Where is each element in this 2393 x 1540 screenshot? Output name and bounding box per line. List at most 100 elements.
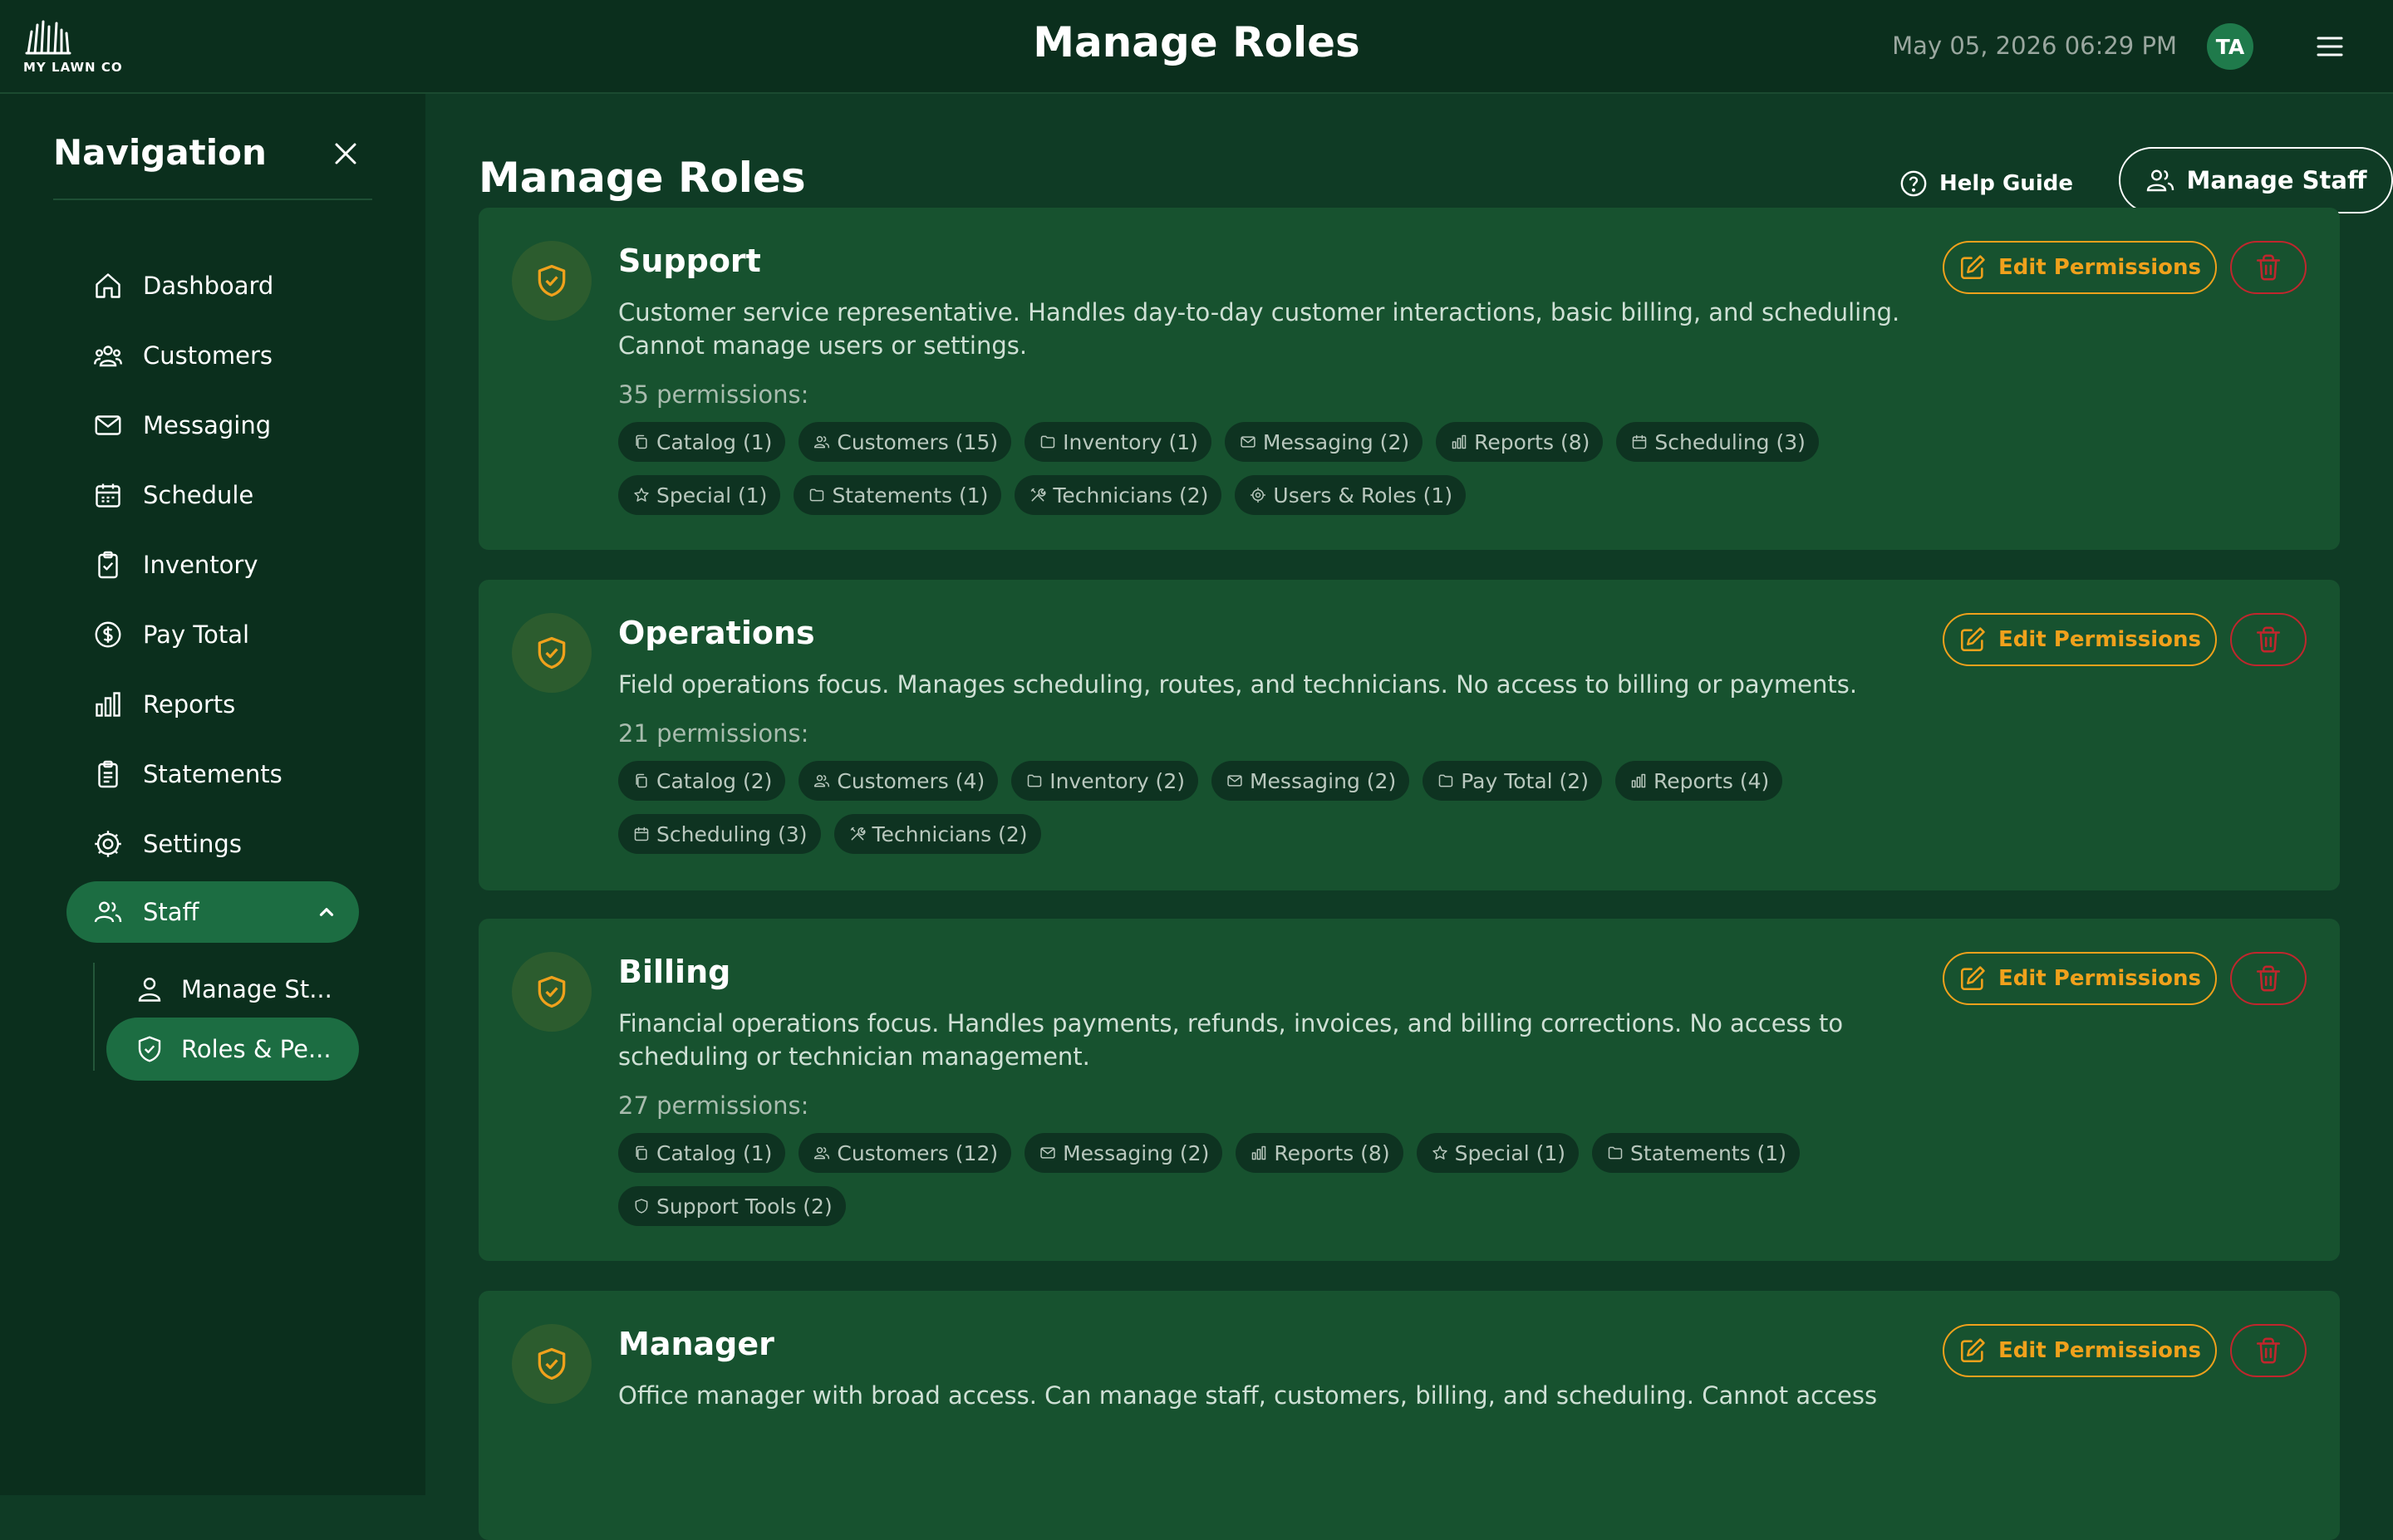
permission-count: 35 permissions: — [618, 380, 809, 409]
folder-icon — [1438, 774, 1453, 787]
gear-icon — [91, 827, 125, 861]
sidebar: Navigation Dashboard Customers Messaging — [0, 94, 425, 1495]
permission-chip: Customers (4) — [798, 761, 999, 801]
sidebar-subitem-roles[interactable]: Roles & Pe... — [106, 1018, 359, 1081]
calendar-icon — [1633, 434, 1647, 449]
delete-role-button[interactable] — [2230, 952, 2307, 1005]
permission-chip-label: Scheduling (3) — [656, 821, 808, 846]
permission-chip-label: Customers (15) — [837, 429, 999, 454]
close-icon — [335, 143, 356, 164]
trash-icon — [2256, 626, 2281, 653]
permission-chip: Inventory (1) — [1025, 422, 1211, 462]
sidebar-item-customers[interactable]: Customers — [66, 325, 359, 386]
permission-count: 27 permissions: — [618, 1091, 809, 1120]
permission-chip: Support Tools (2) — [618, 1186, 846, 1226]
permission-chip: Scheduling (3) — [618, 814, 821, 854]
role-description: Field operations focus. Manages scheduli… — [618, 670, 1858, 699]
users-icon — [91, 339, 125, 372]
shield-check-icon — [538, 1347, 566, 1381]
shield-check-icon — [538, 636, 566, 669]
edit-permissions-label: Edit Permissions — [1998, 1338, 2201, 1363]
permission-chip: Special (1) — [1416, 1133, 1580, 1173]
edit-permissions-button[interactable]: Edit Permissions — [1943, 952, 2217, 1005]
delete-role-button[interactable] — [2230, 1324, 2307, 1377]
sidebar-item-schedule[interactable]: Schedule — [66, 464, 359, 526]
user-avatar[interactable]: TA — [2207, 23, 2253, 70]
permission-chip: Special (1) — [618, 475, 781, 515]
sidebar-item-messaging[interactable]: Messaging — [66, 395, 359, 456]
clipboard-check-icon — [91, 548, 125, 581]
nav-title: Navigation — [53, 132, 267, 173]
shield-check-icon — [133, 1032, 166, 1066]
tools-icon — [1031, 488, 1046, 502]
permission-chip: Messaging (2) — [1211, 761, 1410, 801]
menu-button[interactable] — [2312, 32, 2348, 61]
nav-header: Navigation — [53, 132, 372, 200]
edit-permissions-label: Edit Permissions — [1998, 255, 2201, 280]
star-icon — [634, 488, 649, 502]
edit-permissions-label: Edit Permissions — [1998, 966, 2201, 991]
sidebar-item-statements[interactable]: Statements — [66, 743, 359, 805]
permission-chip-label: Reports (8) — [1474, 429, 1590, 454]
sidebar-subitem-manage-staff[interactable]: Manage St... — [106, 958, 359, 1021]
sidebar-item-pay-total[interactable]: Pay Total — [66, 604, 359, 665]
permission-chip: Customers (15) — [798, 422, 1012, 462]
role-name: Support — [618, 243, 761, 279]
users-icon — [814, 775, 830, 787]
permission-chip-label: Messaging (2) — [1262, 429, 1410, 454]
permission-chip-label: Users & Roles (1) — [1273, 483, 1453, 508]
permission-chip-label: Scheduling (3) — [1654, 429, 1806, 454]
sidebar-item-dashboard[interactable]: Dashboard — [66, 255, 359, 316]
hamburger-icon — [2317, 37, 2343, 56]
edit-icon — [1960, 966, 1985, 991]
dollar-circle-icon — [91, 618, 125, 651]
copy-icon — [636, 434, 647, 449]
shield-icon — [635, 1199, 648, 1214]
mail-icon — [1241, 436, 1255, 448]
permission-chip-label: Special (1) — [656, 483, 768, 508]
delete-role-button[interactable] — [2230, 613, 2307, 666]
sidebar-item-inventory[interactable]: Inventory — [66, 534, 359, 596]
main-content: Manage Roles Help Guide Manage Staff Sup… — [425, 94, 2393, 1540]
permission-chip-label: Customers (12) — [837, 1140, 999, 1165]
copy-icon — [636, 773, 647, 788]
edit-permissions-button[interactable]: Edit Permissions — [1943, 613, 2217, 666]
role-card-manager: Manager Office manager with broad access.… — [479, 1291, 2340, 1540]
help-guide-button[interactable]: Help Guide — [1899, 162, 2073, 205]
document-icon — [91, 758, 125, 791]
role-shield-badge — [512, 241, 592, 321]
sidebar-item-settings[interactable]: Settings — [66, 813, 359, 875]
sidebar-item-staff[interactable]: Staff — [66, 881, 359, 943]
permission-chip: Messaging (2) — [1025, 1133, 1223, 1173]
users-icon — [2146, 169, 2174, 192]
edit-permissions-button[interactable]: Edit Permissions — [1943, 1324, 2217, 1377]
edit-permissions-label: Edit Permissions — [1998, 627, 2201, 652]
permission-chip-label: Statements (1) — [1630, 1140, 1786, 1165]
folder-icon — [810, 488, 824, 502]
shield-check-icon — [538, 264, 566, 297]
role-name: Billing — [618, 954, 731, 990]
manage-staff-button[interactable]: Manage Staff — [2119, 147, 2393, 213]
delete-role-button[interactable] — [2230, 241, 2307, 294]
permission-chips: Catalog (1) Customers (12) Messaging (2) Re… — [618, 1133, 1948, 1226]
edit-permissions-button[interactable]: Edit Permissions — [1943, 241, 2217, 294]
role-name: Manager — [618, 1326, 774, 1362]
sidebar-subitem-label: Manage St... — [181, 975, 332, 1003]
sidebar-item-label: Settings — [143, 830, 242, 858]
edit-icon — [1960, 255, 1985, 280]
home-icon — [91, 269, 125, 302]
mail-icon — [91, 409, 125, 442]
sidebar-item-label: Messaging — [143, 411, 272, 439]
edit-icon — [1960, 1338, 1985, 1363]
permission-chip: Technicians (2) — [1015, 475, 1222, 515]
permission-chip: Reports (8) — [1436, 422, 1604, 462]
sidebar-item-reports[interactable]: Reports — [66, 674, 359, 735]
brand-logo[interactable]: MY LAWN CO — [23, 20, 123, 78]
close-nav-button[interactable] — [332, 140, 359, 167]
bar-chart-icon — [1252, 1145, 1266, 1160]
permission-chip-label: Pay Total (2) — [1461, 768, 1589, 793]
permission-chip-label: Messaging (2) — [1249, 768, 1397, 793]
role-description: Financial operations focus. Handles paym… — [618, 1009, 1844, 1071]
role-card-billing: Billing Financial operations focus. Handl… — [479, 919, 2340, 1261]
permission-chip-label: Special (1) — [1454, 1140, 1566, 1165]
